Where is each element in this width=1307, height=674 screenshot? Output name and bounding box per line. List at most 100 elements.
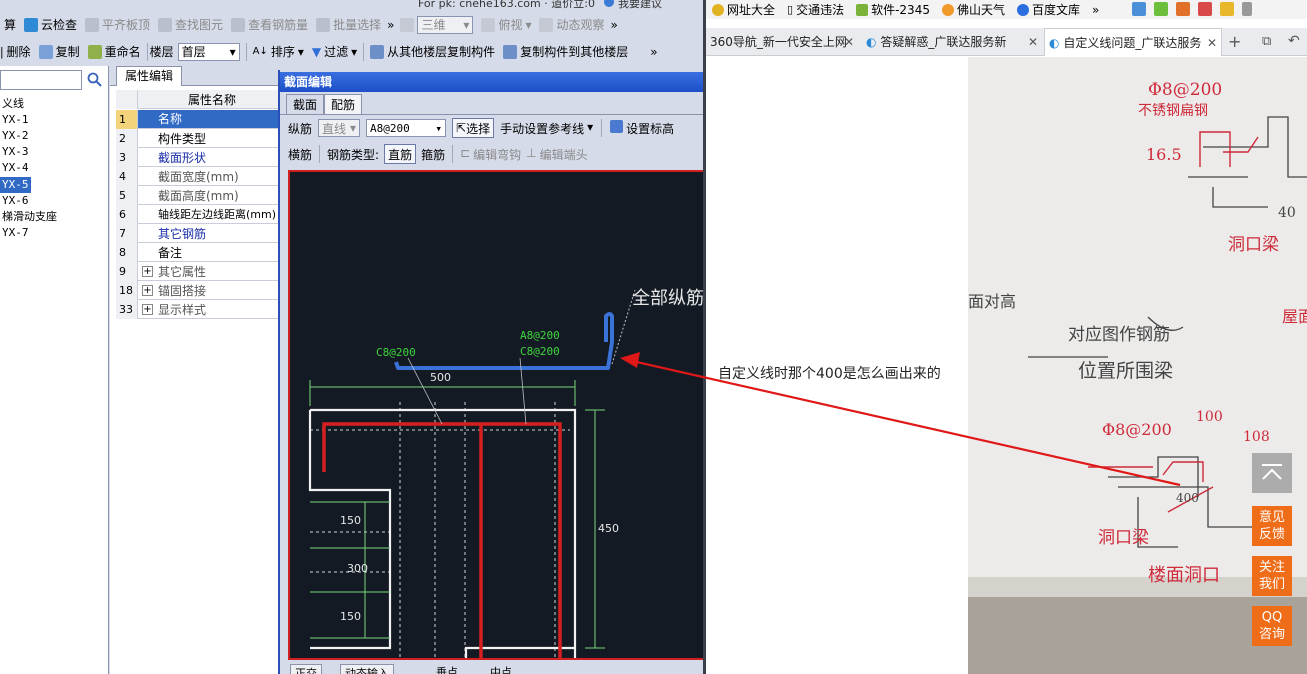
toolbar1-overflow-2[interactable]: » bbox=[609, 14, 620, 36]
dynamic-observe-button[interactable]: 动态观察 bbox=[535, 14, 608, 36]
sort-dropdown[interactable]: A↓ 排序 ▾ bbox=[249, 41, 308, 63]
property-group-row[interactable]: 18 + 锚固搭接 bbox=[116, 280, 286, 300]
tree-item[interactable]: 义线 bbox=[0, 96, 26, 112]
new-tab-icon[interactable]: + bbox=[1228, 32, 1241, 51]
tree-item[interactable]: YX-7 bbox=[0, 225, 31, 241]
apps-icon[interactable] bbox=[1132, 2, 1146, 16]
qq-consult-button[interactable]: QQ 咨询 bbox=[1252, 606, 1292, 646]
view-rebar-qty-button[interactable]: 查看钢筋量 bbox=[227, 14, 312, 36]
tree-item[interactable]: YX-4 bbox=[0, 160, 31, 176]
find-element-button[interactable]: 查找图元 bbox=[154, 14, 227, 36]
straight-rebar-button[interactable]: 直筋 bbox=[384, 144, 417, 164]
expand-icon[interactable]: + bbox=[142, 303, 153, 315]
set-elevation-button[interactable]: 设置标高 bbox=[610, 119, 674, 137]
copy-from-other-floor-button[interactable]: 从其他楼层复制构件 bbox=[366, 41, 499, 63]
separator bbox=[245, 42, 247, 61]
property-row[interactable]: 1 名称 bbox=[116, 109, 286, 129]
overflow-icon[interactable] bbox=[1242, 2, 1252, 16]
property-row[interactable]: 5 截面高度(mm) bbox=[116, 185, 286, 205]
drawing-canvas[interactable]: 全部纵筋 C8@200 A8@200 C8@200 500 450 150 30… bbox=[288, 170, 703, 660]
manual-ref-line-dropdown[interactable]: 手动设置参考线 ▾ bbox=[500, 120, 593, 137]
flush-board-button[interactable]: 平齐板顶 bbox=[81, 14, 154, 36]
reader-icon[interactable] bbox=[1154, 2, 1168, 16]
photo-note: 楼面洞口 bbox=[1148, 565, 1220, 586]
tree-item[interactable]: YX-2 bbox=[0, 128, 31, 144]
calc-button[interactable]: 算 bbox=[0, 14, 20, 36]
property-group-row[interactable]: 9 + 其它属性 bbox=[116, 261, 286, 281]
dynamic-input-toggle[interactable]: 动态输入 bbox=[340, 664, 394, 674]
close-icon[interactable]: ✕ bbox=[1028, 28, 1038, 56]
property-row[interactable]: 6 轴线距左边线距离(mm) bbox=[116, 204, 286, 224]
select-button[interactable]: ⇱ 选择 bbox=[452, 118, 495, 138]
dialog-statusbar: 正交 动态输入 垂点 中点 bbox=[286, 660, 703, 674]
tree-item[interactable]: YX-6 bbox=[0, 193, 31, 209]
bookmark-item[interactable]: 百度文库 bbox=[1011, 1, 1086, 18]
delete-button[interactable]: ǀ 删除 bbox=[0, 41, 35, 63]
suggestion-link[interactable]: 我要建议 bbox=[604, 0, 662, 11]
tree-item[interactable]: YX-3 bbox=[0, 144, 31, 160]
suggestion-label: 我要建议 bbox=[618, 0, 662, 10]
property-row[interactable]: 3 截面形状 bbox=[116, 147, 286, 167]
property-row[interactable]: 8 备注 bbox=[116, 242, 286, 262]
view-3d-dropdown[interactable]: 三维 ▾ bbox=[396, 14, 477, 36]
toolbar1-overflow[interactable]: » bbox=[385, 14, 396, 36]
property-row[interactable]: 7 其它钢筋 bbox=[116, 223, 286, 243]
extension-icon[interactable] bbox=[1220, 2, 1234, 16]
toolbar2-overflow[interactable]: » bbox=[648, 41, 659, 63]
snap-mid-toggle[interactable]: 中点 bbox=[490, 664, 512, 674]
browser-tab-active[interactable]: ◐ 自定义线问题_广联达服务 ✕ bbox=[1044, 28, 1222, 56]
copy-to-other-floor-button[interactable]: 复制构件到其他楼层 bbox=[499, 41, 632, 63]
row-number: 5 bbox=[116, 185, 138, 205]
calendar-icon[interactable] bbox=[1176, 2, 1190, 16]
tree-search-input[interactable] bbox=[0, 70, 82, 90]
search-icon[interactable] bbox=[86, 71, 104, 89]
property-group-row[interactable]: 33 + 显示样式 bbox=[116, 299, 286, 319]
transverse-label[interactable]: 横筋 bbox=[288, 146, 312, 163]
bookmark-item[interactable]: ▯ 交通违法 bbox=[781, 1, 850, 18]
copy-button[interactable]: 复制 bbox=[35, 41, 84, 63]
ortho-toggle[interactable]: 正交 bbox=[290, 664, 322, 674]
edit-end-button[interactable]: ⊥ 编辑端头 bbox=[526, 146, 587, 163]
cloud-check-button[interactable]: 云检查 bbox=[20, 14, 81, 36]
tab-section[interactable]: 截面 bbox=[286, 94, 325, 114]
snap-vertex-toggle[interactable]: 垂点 bbox=[436, 664, 458, 674]
back-to-top-button[interactable] bbox=[1252, 453, 1292, 493]
expand-icon[interactable]: + bbox=[142, 265, 153, 277]
feedback-button[interactable]: 意见 反馈 bbox=[1252, 506, 1292, 546]
browser-tab[interactable]: ◐ 答疑解惑_广联达服务新 ✕ bbox=[862, 28, 1042, 56]
floor-select[interactable]: 首层 ▾ bbox=[174, 41, 244, 63]
tab-list-icon[interactable]: ⧉ bbox=[1262, 34, 1271, 49]
longitudinal-label[interactable]: 纵筋 bbox=[288, 120, 312, 137]
bookmarks-overflow[interactable]: » bbox=[1086, 3, 1105, 17]
bookmark-item[interactable]: 佛山天气 bbox=[936, 1, 1011, 18]
batch-select-button[interactable]: 批量选择 bbox=[312, 14, 385, 36]
rename-label: 重命名 bbox=[104, 45, 141, 59]
separator bbox=[146, 42, 148, 61]
property-row[interactable]: 4 截面宽度(mm) bbox=[116, 166, 286, 186]
tab-reinforcement[interactable]: 配筋 bbox=[324, 94, 363, 114]
edit-bend-button[interactable]: ⊏ 编辑弯钩 bbox=[460, 146, 521, 163]
tab-property-edit[interactable]: 属性编辑 bbox=[116, 66, 182, 86]
property-header-row: 属性名称 bbox=[116, 89, 286, 109]
component-tree: 义线 YX-1 YX-2 YX-3 YX-4 YX-5 YX-6 梯滑动支座 Y… bbox=[0, 66, 109, 674]
undo-close-icon[interactable]: ↶ bbox=[1288, 33, 1300, 49]
follow-us-button[interactable]: 关注 我们 bbox=[1252, 556, 1292, 596]
close-icon[interactable]: ✕ bbox=[1207, 29, 1217, 56]
tree-item-selected[interactable]: YX-5 bbox=[0, 177, 31, 193]
top-view-dropdown[interactable]: 俯视 ▾ bbox=[477, 14, 535, 36]
line-type-select[interactable]: 直线 ▾ bbox=[318, 119, 361, 137]
expand-icon[interactable]: + bbox=[142, 284, 153, 296]
bookmark-item[interactable]: 网址大全 bbox=[706, 1, 781, 18]
bookmark-item[interactable]: 软件-2345 bbox=[850, 1, 936, 18]
property-row[interactable]: 2 构件类型 bbox=[116, 128, 286, 148]
filter-dropdown[interactable]: ▼ 过滤 ▾ bbox=[308, 41, 361, 63]
photo-note: 洞口梁 bbox=[1228, 235, 1279, 255]
tree-item[interactable]: YX-1 bbox=[0, 112, 31, 128]
tree-item[interactable]: 梯滑动支座 bbox=[0, 209, 59, 225]
close-icon[interactable]: ✕ bbox=[844, 28, 854, 56]
pdf-icon[interactable] bbox=[1198, 2, 1212, 16]
rename-button[interactable]: 重命名 bbox=[84, 41, 145, 63]
stirrup-button[interactable]: 箍筋 bbox=[421, 146, 445, 163]
browser-tab[interactable]: 360导航_新一代安全上网 ✕ bbox=[706, 28, 858, 56]
rebar-spec-select[interactable]: A8@200 ▾ bbox=[366, 119, 447, 137]
